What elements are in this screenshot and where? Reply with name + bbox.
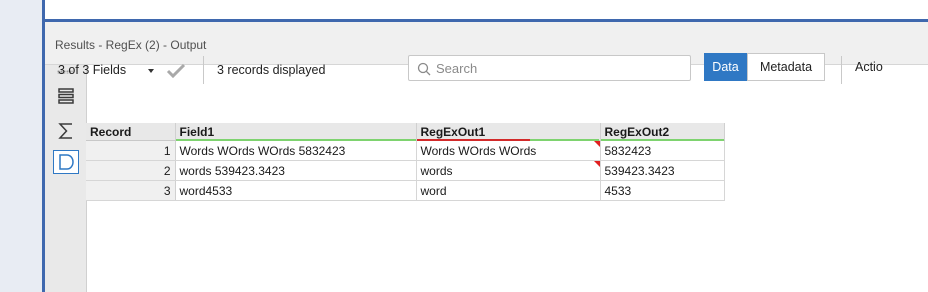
search-input[interactable] (436, 58, 686, 78)
data-view-icon[interactable] (53, 150, 79, 174)
truncation-flag-icon (593, 141, 599, 147)
results-title: Results - RegEx (2) - Output (55, 38, 207, 52)
table-row[interactable]: 2 words 539423.3423 words 539423.3423 (86, 160, 725, 181)
checkmark-icon[interactable] (166, 62, 186, 81)
records-count: 3 records displayed (217, 63, 326, 77)
cell-field1[interactable]: words 539423.3423 (175, 160, 417, 181)
chevron-down-icon[interactable] (148, 69, 154, 73)
column-header-label: RegExOut2 (604, 124, 670, 139)
column-header-regexout2[interactable]: RegExOut2 (600, 123, 725, 141)
cell-regexout2[interactable]: 539423.3423 (600, 160, 725, 181)
column-header-regexout1[interactable]: RegExOut1 (416, 123, 601, 141)
toolbar-divider (203, 56, 204, 84)
fields-selector[interactable]: 3 of 3 Fields (58, 63, 126, 77)
toolbar-divider (841, 56, 842, 84)
column-header-field1[interactable]: Field1 (175, 123, 417, 141)
summary-sigma-icon[interactable] (53, 119, 79, 143)
actions-menu[interactable]: Actio (855, 60, 883, 74)
cell-field1[interactable]: Words WOrds WOrds 5832423 (175, 140, 417, 161)
list-view-icon[interactable] (53, 84, 79, 108)
search-icon (417, 62, 431, 79)
cell-regexout1[interactable]: words (416, 160, 601, 181)
tab-data[interactable]: Data (704, 53, 747, 81)
truncation-flag-icon (593, 161, 599, 167)
table-row[interactable]: 3 word4533 word 4533 (86, 180, 725, 201)
column-header-record[interactable]: Record (86, 123, 176, 141)
tab-metadata[interactable]: Metadata (747, 53, 825, 81)
cell-regexout2[interactable]: 4533 (600, 180, 725, 201)
table-header-row: Record Field1 RegExOut1 RegExOut2 (86, 123, 725, 141)
cell-value: words (420, 163, 453, 178)
cell-field1[interactable]: word4533 (175, 180, 417, 201)
record-number: 3 (86, 180, 176, 201)
column-header-label: RegExOut1 (420, 124, 486, 139)
column-header-label: Field1 (179, 124, 215, 139)
designer-left-gutter (0, 0, 42, 292)
cell-value: Words WOrds WOrds (420, 143, 537, 158)
record-number: 1 (86, 140, 176, 161)
results-side-toolbar (45, 65, 87, 292)
results-grid: Record Field1 RegExOut1 RegExOut2 1 Word… (86, 123, 725, 201)
cell-regexout1[interactable]: word (416, 180, 601, 201)
table-row[interactable]: 1 Words WOrds WOrds 5832423 Words WOrds … (86, 140, 725, 161)
cell-regexout2[interactable]: 5832423 (600, 140, 725, 161)
search-box[interactable] (408, 55, 691, 81)
cell-regexout1[interactable]: Words WOrds WOrds (416, 140, 601, 161)
workflow-canvas[interactable] (45, 0, 928, 22)
record-number: 2 (86, 160, 176, 181)
